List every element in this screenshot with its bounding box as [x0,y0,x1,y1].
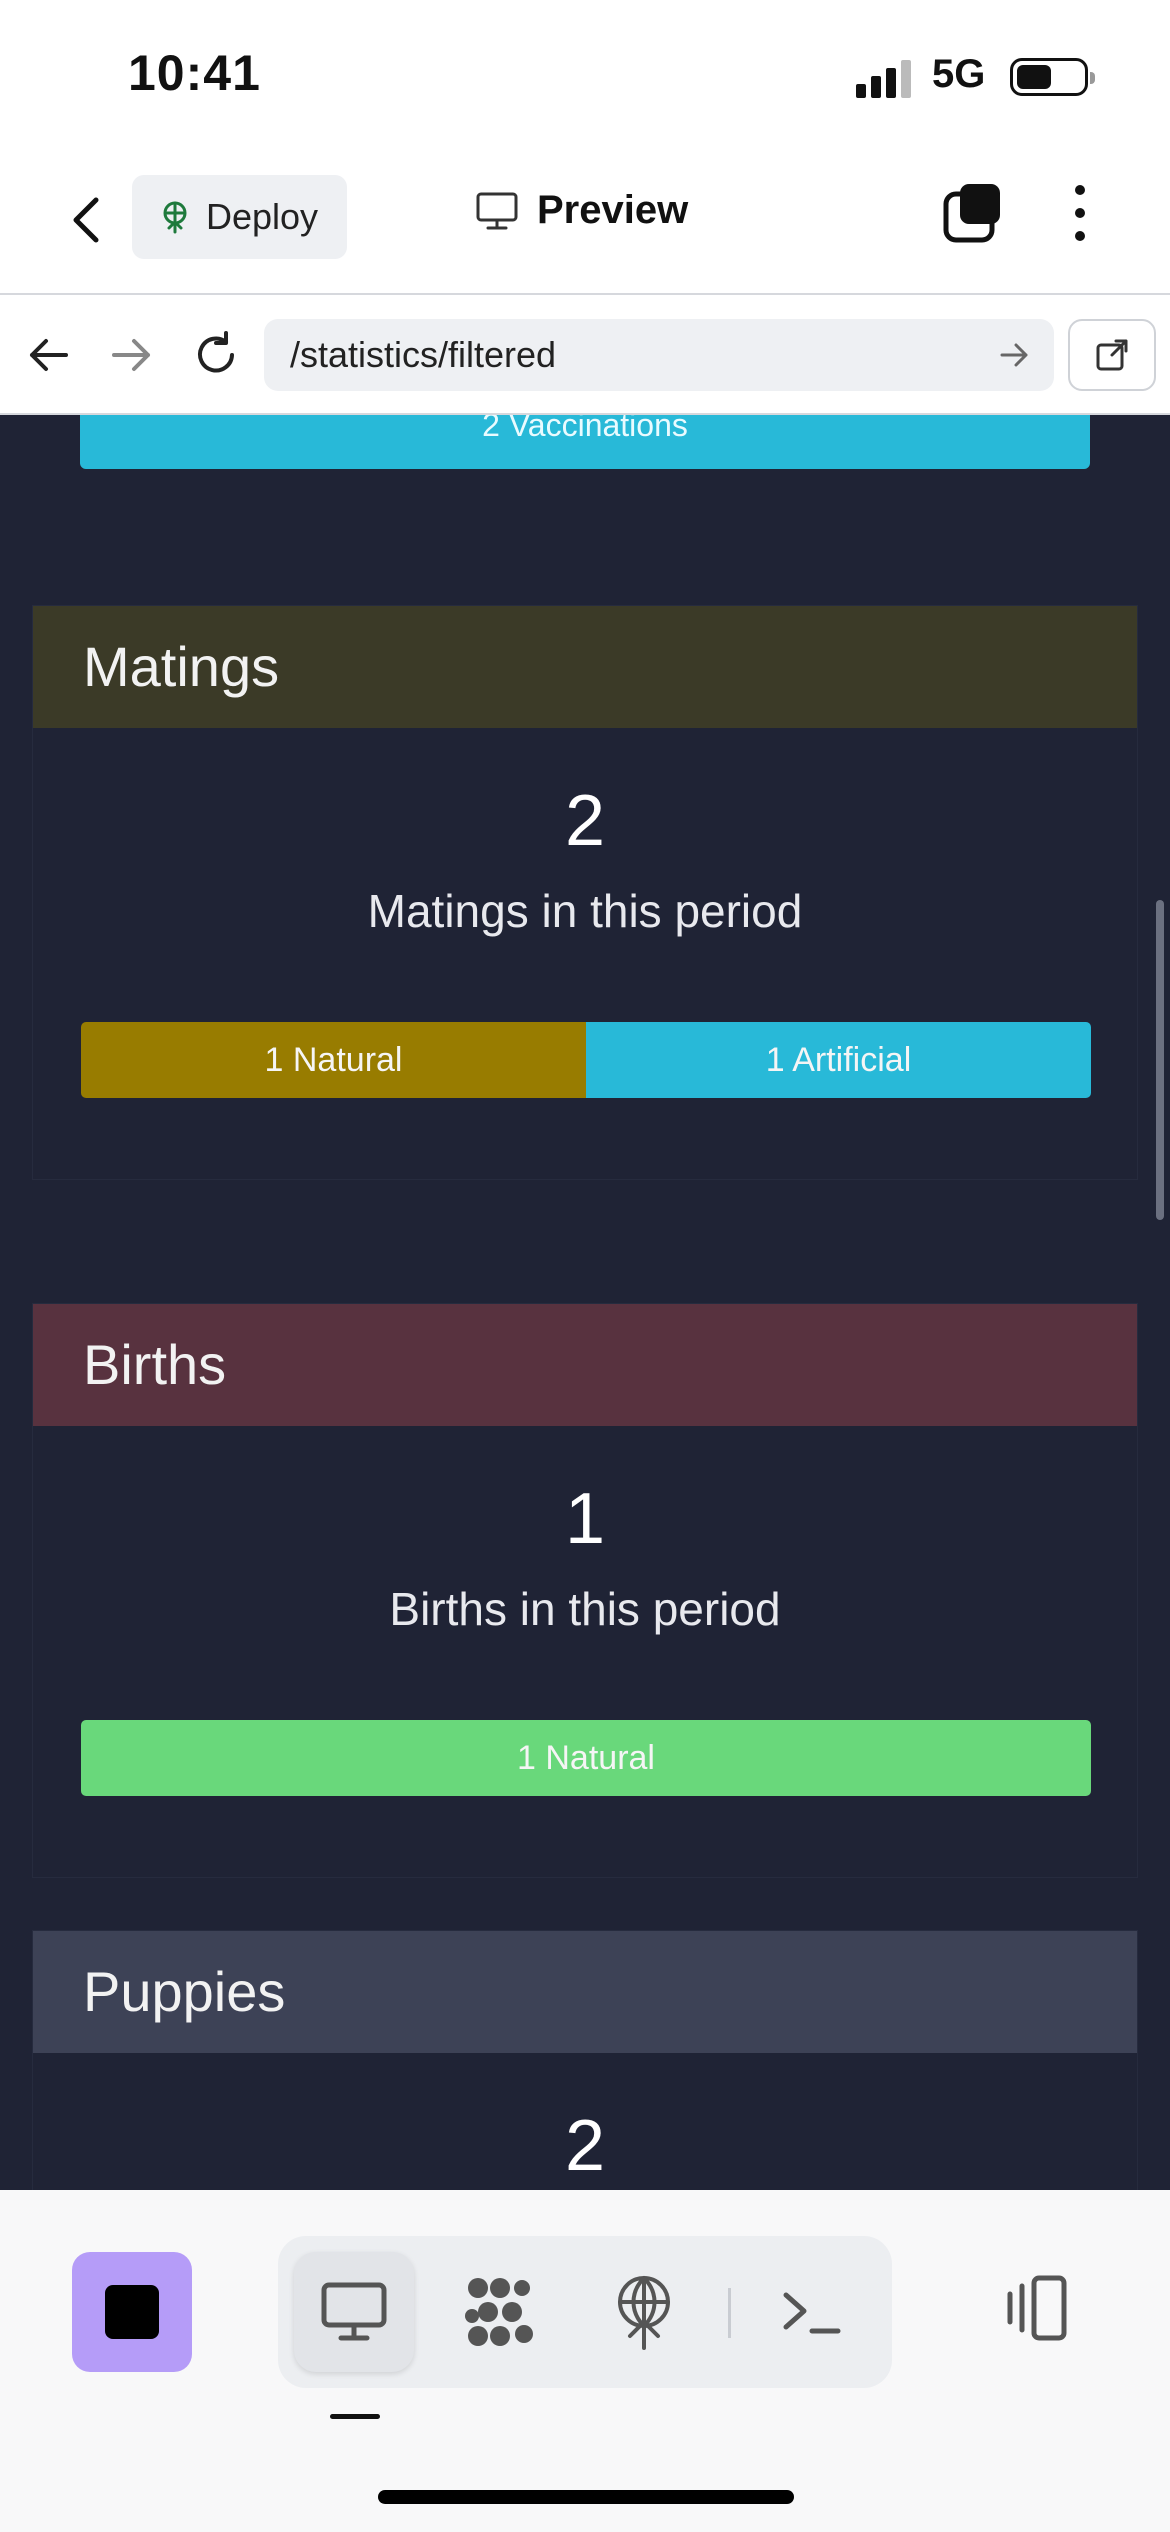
matings-count: 2 [564,781,606,861]
terminal-tool-button[interactable] [752,2252,872,2372]
scrollbar[interactable] [1156,900,1164,1220]
tool-group [278,2236,892,2388]
desktop-icon [476,192,518,229]
status-bar: 10:41 5G [0,0,1170,150]
deploy-icon [163,201,187,234]
open-external-button[interactable] [1068,319,1156,391]
stop-button[interactable] [72,2252,192,2372]
matings-card: Matings 2 Matings in this period 1 Natur… [32,605,1138,1180]
molecules-icon [465,2278,533,2346]
deploy-icon [618,2276,670,2350]
terminal-icon [783,2292,841,2334]
toolbar-divider [728,2288,731,2338]
bottom-toolbar [0,2190,1170,2532]
stop-icon [105,2285,159,2339]
statistics-content[interactable]: 2 Vaccinations Matings 2 Matings in this… [0,415,1170,2190]
reload-icon[interactable] [186,325,246,385]
molecules-tool-button[interactable] [440,2252,560,2372]
artificial-segment: 1 Artificial [586,1022,1091,1098]
app-header: Deploy Preview [0,150,1170,295]
puppies-header: Puppies [33,1931,1137,2053]
status-time: 10:41 [128,45,261,101]
signal-icon [856,58,916,98]
matings-header: Matings [33,606,1137,728]
matings-description: Matings in this period [367,885,803,937]
url-input[interactable]: /statistics/filtered [264,319,1054,391]
browser-bar: /statistics/filtered [0,295,1170,415]
page-title: Preview [475,188,688,233]
back-chevron-icon[interactable] [58,190,118,250]
active-tab-indicator [330,2414,380,2419]
network-label: 5G [932,52,986,96]
births-header: Births [33,1304,1137,1426]
tabs-icon[interactable] [940,180,1006,246]
natural-segment: 1 Natural [81,1022,586,1098]
preview-tool-button[interactable] [294,2252,414,2372]
natural-segment: 1 Natural [81,1720,1091,1796]
url-text: /statistics/filtered [290,334,557,375]
deploy-label: Deploy [206,196,319,237]
panel-toggle-icon[interactable] [998,2268,1078,2348]
go-arrow-icon[interactable] [996,337,1032,373]
browser-forward-icon[interactable] [102,325,162,385]
births-description: Births in this period [389,1583,781,1635]
births-card: Births 1 Births in this period 1 Natural [32,1303,1138,1878]
more-vertical-icon[interactable] [1060,180,1100,246]
puppies-count: 2 [564,2106,606,2186]
page-title-text: Preview [537,188,689,232]
battery-icon [1010,58,1095,96]
births-breakdown-bar: 1 Natural [81,1720,1091,1796]
births-count: 1 [564,1479,606,1559]
deploy-tool-button[interactable] [584,2252,704,2372]
external-link-icon [1096,339,1128,371]
puppies-card: Puppies 2 [32,1930,1138,2190]
desktop-icon [321,2282,387,2341]
matings-breakdown-bar: 1 Natural 1 Artificial [81,1022,1091,1098]
vaccinations-bar: 2 Vaccinations [80,415,1090,469]
deploy-button[interactable]: Deploy [132,175,347,259]
browser-back-icon[interactable] [18,325,78,385]
home-indicator [378,2490,794,2504]
